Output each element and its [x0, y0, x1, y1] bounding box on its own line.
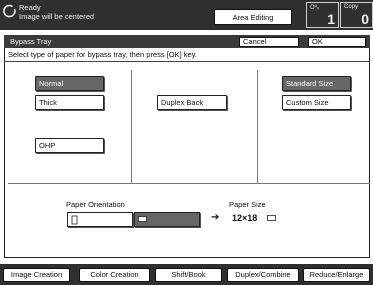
custom-size-button[interactable]: Custom Size — [282, 95, 351, 110]
duplex-back-button[interactable]: Duplex Back — [157, 95, 227, 110]
landscape-paper-icon — [267, 215, 276, 221]
dialog-title: Bypass Tray — [10, 37, 52, 46]
portrait-orientation-button[interactable] — [67, 212, 133, 227]
column-divider — [257, 70, 258, 183]
status-line-ready: Ready — [19, 3, 41, 12]
ok-button[interactable]: OK — [308, 37, 366, 47]
cancel-button[interactable]: Cancel — [239, 37, 299, 47]
area-editing-button[interactable]: Area Editing — [214, 9, 292, 25]
copies-count: 0 — [361, 11, 369, 27]
landscape-paper-icon — [138, 216, 147, 222]
normal-paper-button[interactable]: Normal — [35, 76, 104, 91]
tab-color-creation[interactable]: Color Creation — [79, 268, 150, 282]
status-line-detail: Image will be centered — [19, 12, 95, 21]
originals-count: 1 — [327, 11, 335, 27]
tab-shift-book[interactable]: Shift/Book — [155, 268, 222, 282]
originals-counter: O⁰ᵥ 1 — [306, 2, 339, 28]
column-divider — [131, 70, 132, 183]
paper-size-label: Paper Size — [229, 200, 266, 209]
paper-orientation-label: Paper Orientation — [66, 200, 125, 209]
instruction-text: Select type of paper for bypass tray, th… — [8, 50, 197, 59]
standard-size-button[interactable]: Standard Size — [282, 76, 351, 91]
landscape-orientation-button[interactable] — [134, 212, 200, 227]
ready-icon — [3, 4, 16, 18]
tab-reduce-enlarge[interactable]: Reduce/Enlarge — [303, 268, 370, 282]
copies-label: Copy — [344, 4, 359, 10]
divider — [8, 183, 370, 184]
copies-counter: Copy 0 — [340, 2, 373, 28]
divider — [4, 61, 370, 62]
paper-size-value: 12×18 — [232, 213, 258, 223]
tab-duplex-combine[interactable]: Duplex/Combine — [227, 268, 299, 282]
tab-image-creation[interactable]: Image Creation — [3, 268, 70, 282]
status-bar: Ready Image will be centered Area Editin… — [0, 0, 373, 30]
status-message: Ready Image will be centered — [19, 3, 94, 21]
portrait-paper-icon — [71, 215, 78, 225]
ohp-paper-button[interactable]: OHP — [35, 138, 104, 153]
arrow-right-icon: ➔ — [211, 212, 220, 223]
originals-label: O⁰ᵥ — [310, 5, 319, 11]
thick-paper-button[interactable]: Thick — [35, 95, 104, 110]
